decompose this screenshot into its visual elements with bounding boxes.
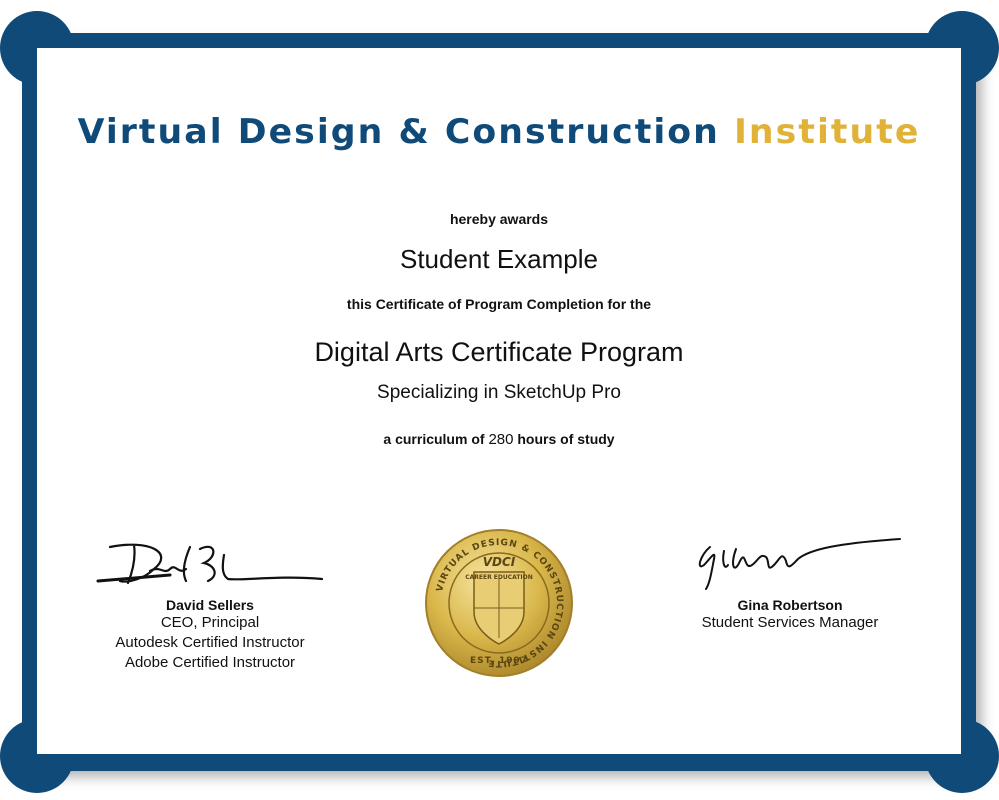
seal-logo: VDCI xyxy=(483,555,516,569)
institute-title-main: Virtual Design & Construction xyxy=(77,112,720,152)
signature-block-left: David Sellers CEO, Principal Autodesk Ce… xyxy=(70,535,350,673)
signatory-title-left-3: Adobe Certified Instructor xyxy=(124,654,296,671)
signature-block-right: Gina Robertson Student Services Manager xyxy=(650,535,930,633)
awards-text: hereby awards xyxy=(449,211,549,227)
signature-image-left xyxy=(96,543,324,585)
curriculum-hours: 280 xyxy=(488,431,514,448)
institute-title-accent: Institute xyxy=(733,112,921,152)
curriculum-suffix: hours of study xyxy=(517,431,615,447)
signatory-title-left-2: Autodesk Certified Instructor xyxy=(115,634,305,651)
specialization: Specializing in SketchUp Pro xyxy=(377,382,621,403)
signatory-title-left-1: CEO, Principal xyxy=(160,614,260,631)
seal-established: EST. 1997 xyxy=(470,656,528,666)
signatory-title-right-1: Student Services Manager xyxy=(701,614,879,631)
recipient-name: Student Example xyxy=(399,244,598,274)
signature-image-right xyxy=(698,538,901,590)
curriculum-prefix: a curriculum of xyxy=(383,431,485,447)
certificate-line: this Certificate of Program Completion f… xyxy=(346,296,652,312)
institute-title: Virtual Design & Construction Institute xyxy=(28,112,970,152)
signatory-name-right: Gina Robertson xyxy=(737,597,843,613)
institute-seal: VIRTUAL DESIGN & CONSTRUCTION INSTITUTE … xyxy=(425,529,573,677)
seal-banner: CAREER EDUCATION xyxy=(465,574,533,581)
program-name: Digital Arts Certificate Program xyxy=(314,337,684,367)
curriculum-line: a curriculum of 280 hours of study xyxy=(37,431,961,448)
signatory-name-left: David Sellers xyxy=(166,597,254,613)
